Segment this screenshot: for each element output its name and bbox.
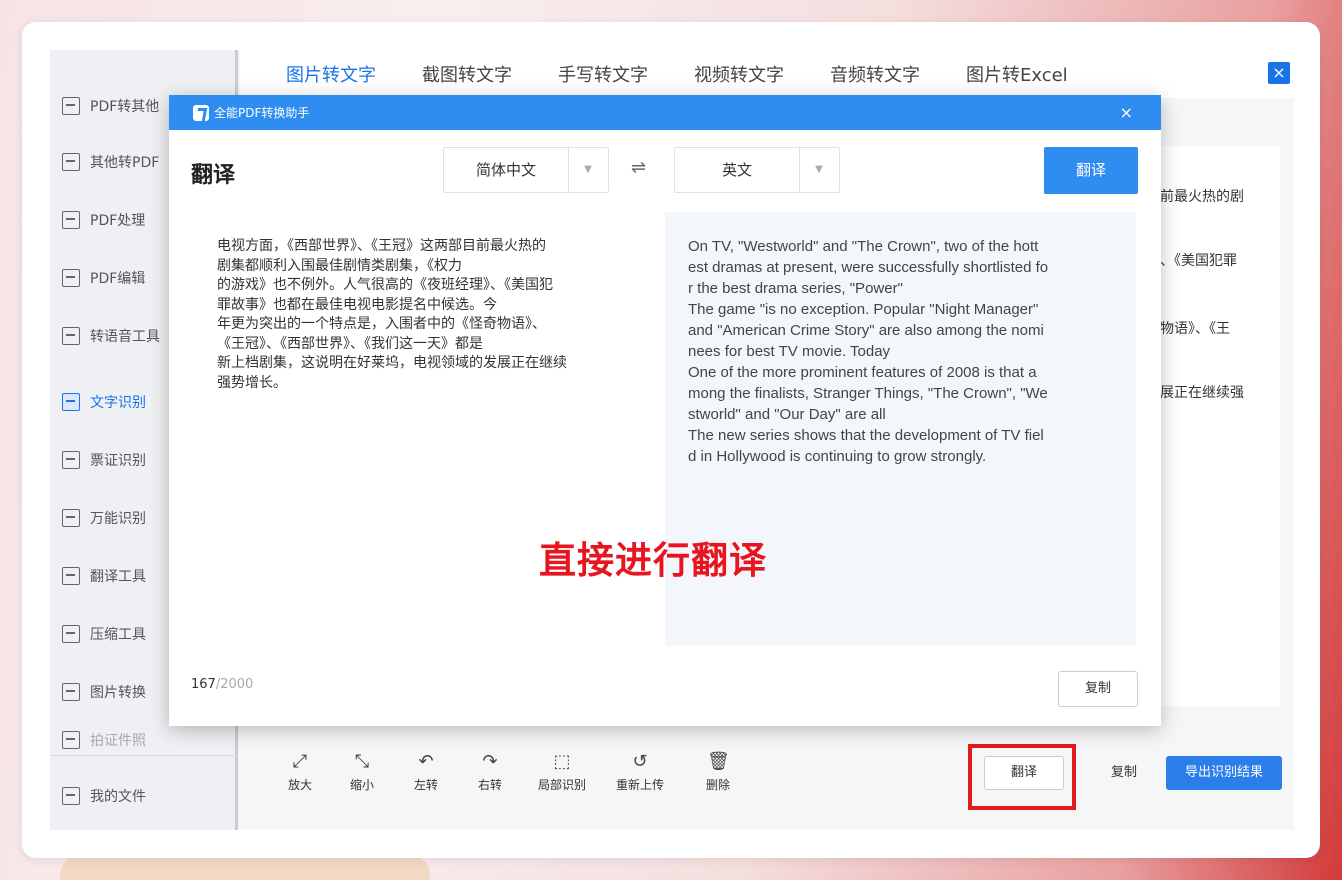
compress-icon: [62, 625, 80, 643]
sidebar-item-id-photo[interactable]: 拍证件照: [50, 728, 238, 752]
delete-icon: 🗑: [707, 751, 730, 772]
sidebar-item-label: 票证识别: [90, 453, 146, 469]
source-language-value: 简体中文: [444, 148, 569, 192]
reupload-icon: ↺: [632, 751, 648, 772]
swap-languages-icon[interactable]: ⇌: [631, 157, 646, 178]
bottom-toolbar: ⤢ 放大 ⤡ 缩小 ↶ 左转 ↷ 右转 ⬚ 局部识别 ↺ 重新上传 🗑 删除 翻译 复制 导出…: [240, 740, 1294, 830]
ticket-icon: [62, 451, 80, 469]
chevron-down-icon: ▼: [584, 164, 592, 175]
export-results-button[interactable]: 导出识别结果: [1166, 756, 1282, 790]
image-convert-icon: [62, 683, 80, 701]
tool-label: 右转: [477, 778, 502, 792]
tab-screenshot-to-text[interactable]: 截图转文字: [422, 61, 512, 87]
sidebar-item-label: 其他转PDF: [90, 155, 160, 171]
delete-button[interactable]: 🗑 删除: [688, 752, 748, 793]
pdf-process-icon: [62, 211, 80, 229]
sidebar-item-label: 文字识别: [90, 395, 146, 411]
tab-bar: 图片转文字 截图转文字 手写转文字 视频转文字 音频转文字 图片转Excel: [240, 50, 1294, 98]
pdf-edit-icon: [62, 269, 80, 287]
translate-icon: [62, 567, 80, 585]
voice-icon: [62, 327, 80, 345]
my-files-icon: [62, 787, 80, 805]
sidebar-item-label: 翻译工具: [90, 569, 146, 585]
sidebar-item-label: 我的文件: [90, 789, 146, 805]
dialog-title: 翻译: [191, 163, 236, 188]
pdf-convert-icon: [62, 97, 80, 115]
tool-label: 删除: [705, 778, 730, 792]
result-text-line: 前最火热的剧: [1160, 189, 1244, 205]
to-pdf-icon: [62, 153, 80, 171]
source-language-select[interactable]: 简体中文 ▼: [443, 147, 609, 193]
sidebar-item-my-files[interactable]: 我的文件: [50, 776, 238, 816]
result-text-line: 展正在继续强: [1160, 385, 1244, 401]
dialog-app-name: 全能PDF转换助手: [214, 106, 310, 120]
rotate-left-icon: ↶: [418, 751, 434, 772]
window-close-icon[interactable]: ×: [1268, 62, 1290, 84]
tab-audio-to-text[interactable]: 音频转文字: [830, 61, 920, 87]
chevron-down-icon: ▼: [815, 164, 823, 175]
tool-label: 重新上传: [615, 778, 664, 792]
sidebar-item-label: 转语音工具: [90, 329, 160, 345]
tab-video-to-text[interactable]: 视频转文字: [694, 61, 784, 87]
sidebar-item-label: 压缩工具: [90, 627, 146, 643]
translated-text: On TV, "Westworld" and "The Crown", two …: [688, 238, 1049, 465]
tab-image-to-text[interactable]: 图片转文字: [286, 61, 376, 87]
tab-image-to-excel[interactable]: 图片转Excel: [966, 61, 1068, 87]
partial-recognize-icon: ⬚: [553, 751, 571, 772]
char-max: /2000: [215, 677, 254, 692]
dialog-copy-button[interactable]: 复制: [1058, 671, 1138, 707]
sidebar-item-label: 拍证件照: [90, 733, 146, 749]
universal-icon: [62, 509, 80, 527]
zoom-out-button[interactable]: ⤡ 缩小: [332, 752, 392, 793]
sidebar-item-label: PDF处理: [90, 213, 146, 229]
dialog-translate-button[interactable]: 翻译: [1044, 147, 1138, 194]
sidebar-item-label: 万能识别: [90, 511, 146, 527]
result-text-line: 、《美国犯罪: [1160, 253, 1237, 269]
sidebar-divider: [50, 755, 238, 756]
ocr-icon: [62, 393, 80, 411]
sidebar-item-label: PDF转其他: [90, 99, 160, 115]
zoom-in-icon: ⤢: [292, 751, 308, 772]
zoom-in-button[interactable]: ⤢ 放大: [270, 752, 330, 793]
highlight-annotation: [968, 744, 1076, 810]
close-icon[interactable]: ×: [1120, 103, 1133, 122]
reupload-button[interactable]: ↺ 重新上传: [610, 752, 670, 793]
sidebar-item-label: 图片转换: [90, 685, 146, 701]
rotate-right-icon: ↷: [482, 751, 498, 772]
result-text-line: 物语》、《王: [1160, 321, 1230, 337]
translate-dialog: 全能PDF转换助手 × 翻译 简体中文 ▼ ⇌ 英文 ▼ 翻译 电视方面，《西部…: [169, 95, 1161, 726]
target-language-select[interactable]: 英文 ▼: [674, 147, 840, 193]
character-counter: 167/2000: [191, 677, 253, 692]
char-count: 167: [191, 677, 216, 692]
rotate-right-button[interactable]: ↷ 右转: [460, 752, 520, 793]
zoom-out-icon: ⤡: [354, 751, 370, 772]
source-text-area[interactable]: 电视方面，《西部世界》、《王冠》这两部目前最火热的 剧集都顺利入围最佳剧情类剧集…: [217, 237, 637, 393]
background-decoration: [60, 855, 430, 880]
result-panel: 前最火热的剧 、《美国犯罪 物语》、《王 展正在继续强: [1150, 146, 1280, 706]
tool-label: 左转: [413, 778, 438, 792]
tool-label: 放大: [287, 778, 312, 792]
target-language-value: 英文: [675, 148, 800, 192]
tool-label: 局部识别: [537, 778, 586, 792]
sidebar-item-label: PDF编辑: [90, 271, 146, 287]
dialog-header: 全能PDF转换助手 ×: [169, 95, 1161, 130]
id-photo-icon: [62, 731, 80, 749]
rotate-left-button[interactable]: ↶ 左转: [396, 752, 456, 793]
tab-handwriting-to-text[interactable]: 手写转文字: [558, 61, 648, 87]
app-logo-icon: [193, 104, 209, 121]
partial-recognize-button[interactable]: ⬚ 局部识别: [532, 752, 592, 793]
tool-label: 缩小: [349, 778, 374, 792]
tutorial-caption: 直接进行翻译: [539, 539, 767, 582]
copy-button[interactable]: 复制: [1084, 756, 1164, 790]
